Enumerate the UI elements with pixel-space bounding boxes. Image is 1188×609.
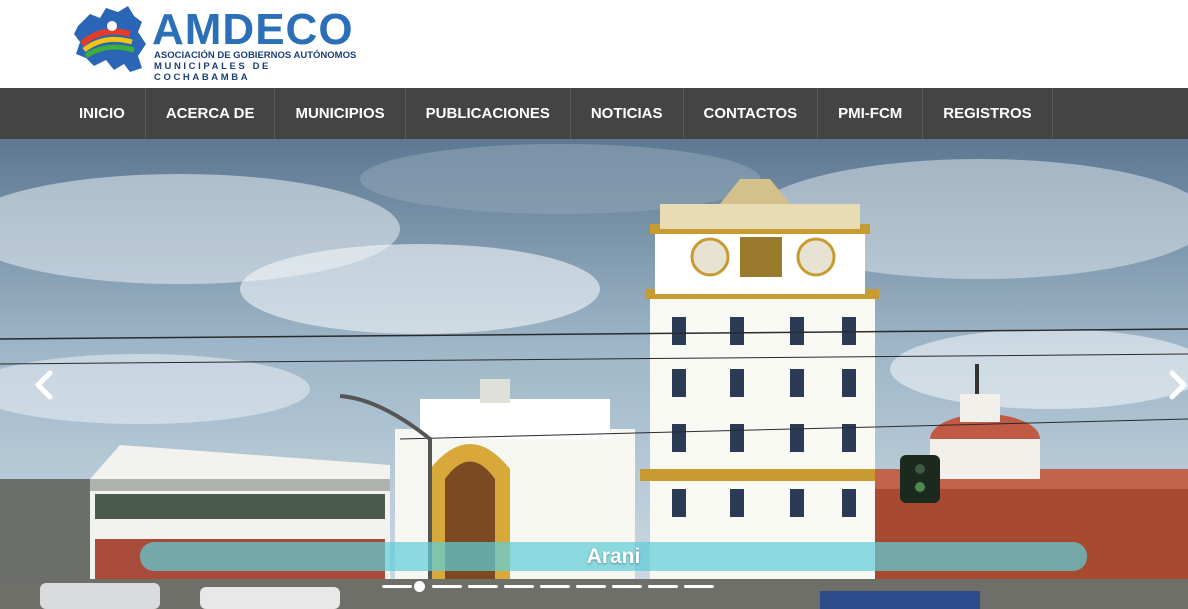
main-nav: INICIO ACERCA DE MUNICIPIOS PUBLICACIONE… <box>0 88 1188 139</box>
slider-dot[interactable] <box>648 584 678 588</box>
hero-slider: Arani <box>0 139 1188 609</box>
logo-subtitle-line2: MUNICIPALES DE COCHABAMBA <box>154 61 271 83</box>
slider-dot[interactable] <box>684 584 714 588</box>
amdeco-logo[interactable]: AMDECO ASOCIACIÓN DE GOBIERNOS AUTÓNOMOS… <box>72 4 372 83</box>
nav-item-noticias[interactable]: NOTICIAS <box>571 88 684 139</box>
nav-item-pmi-fcm[interactable]: PMI-FCM <box>818 88 924 139</box>
cochabamba-map-icon <box>74 6 146 72</box>
nav-menu: INICIO ACERCA DE MUNICIPIOS PUBLICACIONE… <box>59 88 1053 139</box>
nav-item-registros[interactable]: REGISTROS <box>923 88 1053 139</box>
nav-item-contactos[interactable]: CONTACTOS <box>684 88 819 139</box>
slider-dot[interactable] <box>432 584 462 588</box>
slide-caption: Arani <box>140 542 1087 571</box>
slider-next-button[interactable] <box>1168 367 1188 403</box>
slider-prev-button[interactable] <box>30 367 60 403</box>
nav-item-municipios[interactable]: MUNICIPIOS <box>275 88 406 139</box>
slide-image <box>0 139 1188 609</box>
slider-dot[interactable] <box>468 584 498 588</box>
slider-dot[interactable] <box>504 584 534 588</box>
nav-item-inicio[interactable]: INICIO <box>59 88 146 139</box>
nav-item-publicaciones[interactable]: PUBLICACIONES <box>406 88 571 139</box>
slider-dot[interactable] <box>382 580 425 592</box>
logo-subtitle-line1: ASOCIACIÓN DE GOBIERNOS AUTÓNOMOS <box>154 50 357 61</box>
slider-dot[interactable] <box>576 584 606 588</box>
chevron-right-icon <box>1169 370 1187 400</box>
slider-pagination <box>382 580 720 592</box>
slider-dot[interactable] <box>540 584 570 588</box>
slider-dot[interactable] <box>612 584 642 588</box>
site-header: AMDECO ASOCIACIÓN DE GOBIERNOS AUTÓNOMOS… <box>0 0 1188 88</box>
nav-item-acerca-de[interactable]: ACERCA DE <box>146 88 276 139</box>
chevron-left-icon <box>35 370 53 400</box>
logo-title: AMDECO <box>152 5 354 54</box>
